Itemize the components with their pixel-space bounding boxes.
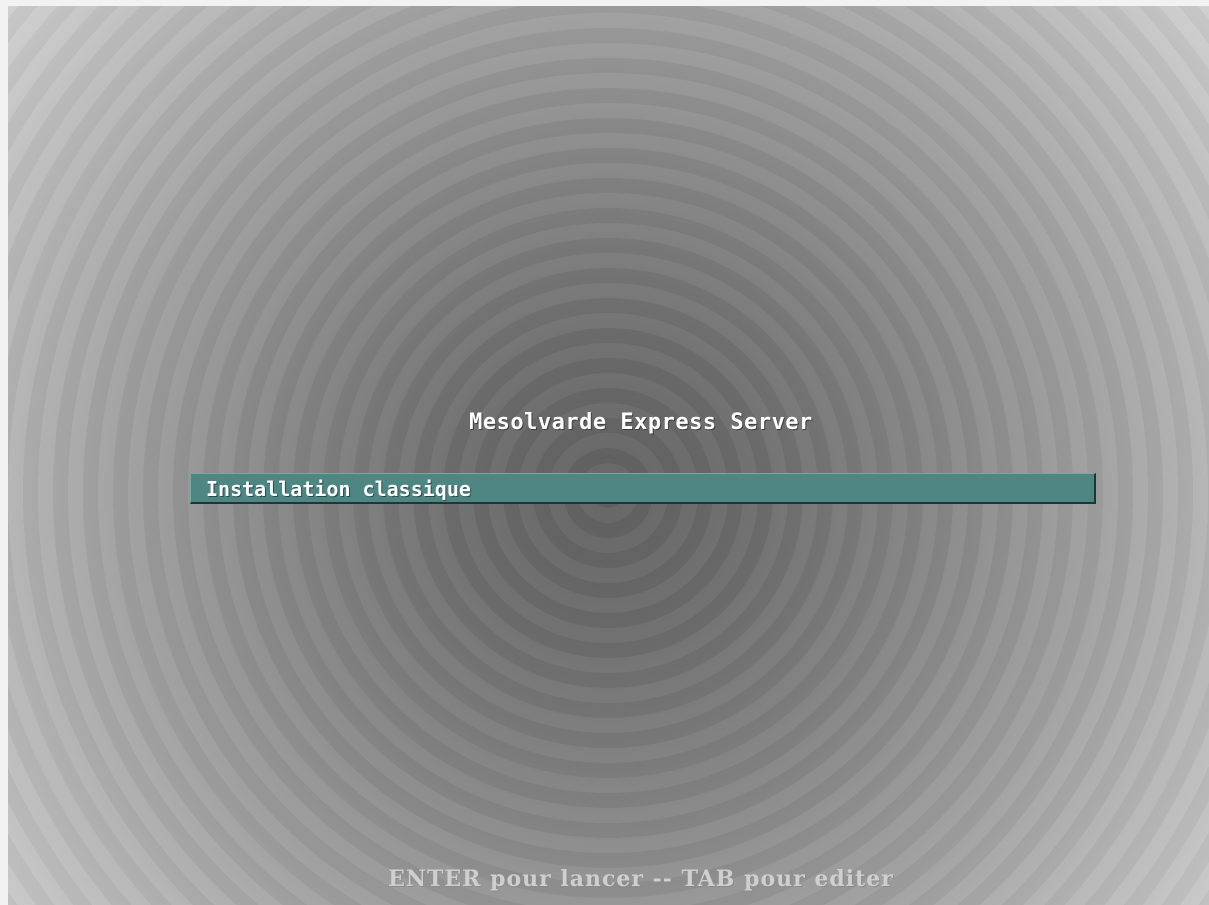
- boot-menu-list: Installation classique: [190, 473, 1096, 504]
- menu-title: Mesolvarde Express Server: [469, 410, 813, 435]
- menu-item-installation-classique[interactable]: Installation classique: [190, 473, 1096, 504]
- help-hint: ENTER pour lancer -- TAB pour editer: [388, 866, 894, 892]
- boot-menu-screen: Mesolvarde Express Server Installation c…: [8, 6, 1209, 905]
